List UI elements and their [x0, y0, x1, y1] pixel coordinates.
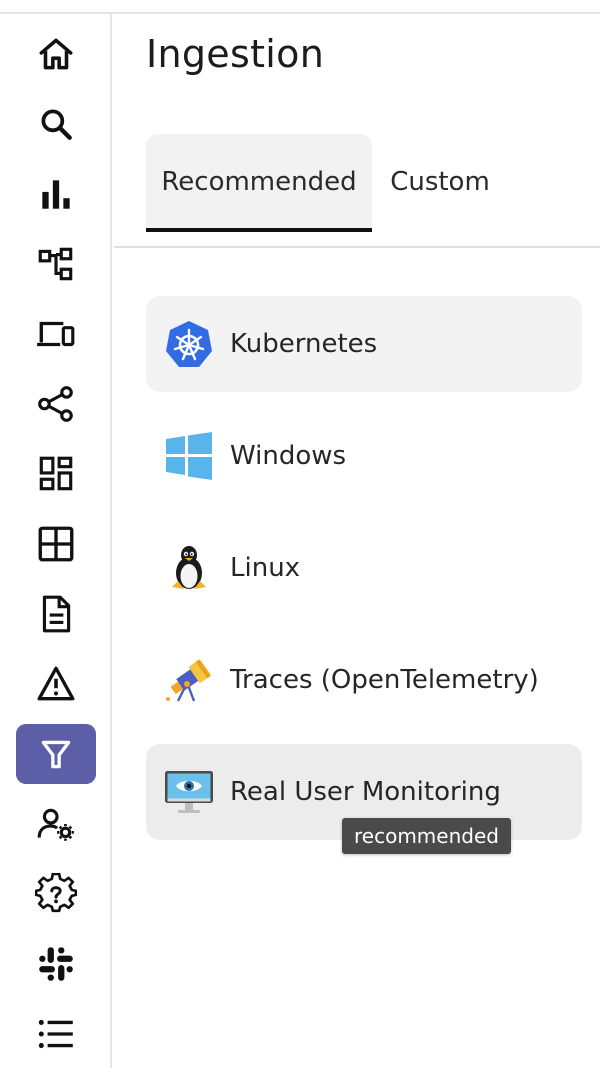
sidebar-item-users[interactable]	[16, 794, 96, 854]
sidebar-item-search[interactable]	[16, 94, 96, 154]
sidebar-item-widgets[interactable]	[16, 514, 96, 574]
alert-icon	[37, 666, 75, 701]
list-item-linux[interactable]: Linux	[146, 520, 582, 616]
telescope-icon	[164, 655, 214, 705]
sidebar	[0, 14, 112, 1068]
page-title: Ingestion	[146, 32, 325, 76]
sidebar-item-logs[interactable]	[16, 584, 96, 644]
tabs-divider	[114, 246, 600, 248]
bar-chart-icon	[42, 180, 70, 209]
monitor-eye-icon	[164, 767, 214, 817]
list-item-label: Kubernetes	[230, 329, 378, 359]
sidebar-item-home[interactable]	[16, 24, 96, 84]
grid-icon	[38, 526, 74, 562]
windows-icon	[164, 431, 214, 481]
sidebar-item-alerts[interactable]	[16, 654, 96, 714]
service-map-icon	[38, 247, 73, 281]
sidebar-item-slack[interactable]	[16, 934, 96, 994]
help-settings-icon	[35, 873, 77, 913]
list-icon	[38, 1019, 73, 1049]
document-icon	[42, 595, 71, 633]
sidebar-item-ingestion[interactable]	[16, 724, 96, 784]
tab-custom[interactable]: Custom	[372, 134, 508, 230]
sidebar-item-analytics[interactable]	[16, 164, 96, 224]
list-item-windows[interactable]: Windows	[146, 408, 582, 504]
linux-tux-icon	[164, 543, 214, 593]
list-item-traces[interactable]: Traces (OpenTelemetry)	[146, 632, 582, 728]
sidebar-item-more[interactable]	[16, 1004, 96, 1064]
devices-icon	[37, 321, 75, 347]
list-item-label: Real User Monitoring	[230, 777, 501, 807]
share-icon	[38, 386, 73, 422]
tab-bar: Recommended Custom	[146, 134, 600, 232]
sidebar-item-support[interactable]	[16, 864, 96, 924]
user-settings-icon	[37, 808, 74, 841]
list-item-label: Linux	[230, 553, 301, 583]
list-item-label: Traces (OpenTelemetry)	[230, 665, 539, 695]
tab-recommended[interactable]: Recommended	[146, 134, 372, 232]
sidebar-item-traces[interactable]	[16, 374, 96, 434]
list-item-label: Windows	[230, 441, 347, 471]
filter-icon	[41, 740, 71, 769]
sidebar-item-service-map[interactable]	[16, 234, 96, 294]
home-icon	[39, 38, 73, 70]
recommended-tooltip: recommended	[342, 818, 511, 854]
search-icon	[41, 109, 72, 140]
main-content: Ingestion Recommended Custom Kubernetes …	[114, 14, 600, 1068]
slack-icon	[39, 947, 73, 981]
sidebar-item-dashboards[interactable]	[16, 444, 96, 504]
kubernetes-icon	[164, 319, 214, 369]
list-item-kubernetes[interactable]: Kubernetes	[146, 296, 582, 392]
dashboard-icon	[39, 456, 73, 491]
sidebar-item-infrastructure[interactable]	[16, 304, 96, 364]
